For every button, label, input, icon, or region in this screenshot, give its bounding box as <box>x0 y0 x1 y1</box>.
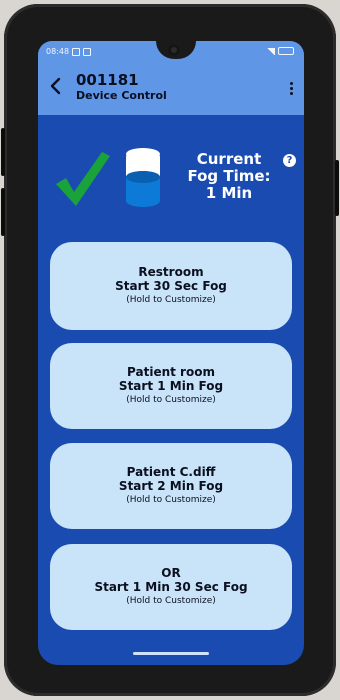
power-button <box>335 160 339 216</box>
more-dot <box>289 87 293 90</box>
preset-name: OR <box>161 566 181 580</box>
help-icon[interactable]: ? <box>283 154 296 167</box>
camera-icon <box>168 44 180 56</box>
preset-action: Start 1 Min 30 Sec Fog <box>94 580 248 594</box>
check-icon <box>56 152 110 206</box>
preset-patient-cdiff-button[interactable]: Patient C.diff Start 2 Min Fog (Hold to … <box>50 443 292 529</box>
preset-action: Start 30 Sec Fog <box>115 279 227 293</box>
signal-icon <box>266 47 275 55</box>
notification-icon <box>83 47 92 56</box>
app-header: 001181 Device Control <box>38 62 304 115</box>
more-options-button[interactable] <box>286 80 296 100</box>
status-time: 08:48 <box>46 47 70 56</box>
back-button[interactable] <box>48 76 64 96</box>
preset-action: Start 1 Min Fog <box>118 379 224 393</box>
more-dot <box>289 92 293 95</box>
status-right <box>266 47 294 55</box>
fog-canister-icon <box>126 148 160 207</box>
preset-name: Patient C.diff <box>126 465 216 479</box>
fog-time-line: Fog Time: <box>187 167 271 185</box>
preset-hint: (Hold to Customize) <box>126 495 216 505</box>
preset-action: Start 2 Min Fog <box>118 479 224 493</box>
preset-hint: (Hold to Customize) <box>126 295 216 305</box>
device-id-title: 001181 <box>76 71 139 89</box>
preset-hint: (Hold to Customize) <box>126 596 216 606</box>
fog-time-value: 1 Min <box>205 184 253 202</box>
current-fog-time: Current Fog Time: 1 Min <box>180 151 278 202</box>
preset-or-button[interactable]: OR Start 1 Min 30 Sec Fog (Hold to Custo… <box>50 544 292 630</box>
page-subtitle: Device Control <box>76 89 167 102</box>
fog-time-line: Current <box>196 150 262 168</box>
status-left: 08:48 <box>46 47 92 56</box>
more-dot <box>289 82 293 85</box>
preset-restroom-button[interactable]: Restroom Start 30 Sec Fog (Hold to Custo… <box>50 242 292 330</box>
back-arrow-icon <box>50 77 61 95</box>
notification-icon <box>72 47 81 56</box>
side-button <box>1 128 5 176</box>
preset-name: Patient room <box>127 365 215 379</box>
side-button <box>1 188 5 236</box>
home-indicator[interactable] <box>133 652 209 655</box>
battery-icon <box>278 47 294 55</box>
preset-patient-room-button[interactable]: Patient room Start 1 Min Fog (Hold to Cu… <box>50 343 292 429</box>
app-screen: 08:48 001181 Device Control Current Fog … <box>38 41 304 665</box>
preset-hint: (Hold to Customize) <box>126 395 216 405</box>
preset-name: Restroom <box>138 265 204 279</box>
